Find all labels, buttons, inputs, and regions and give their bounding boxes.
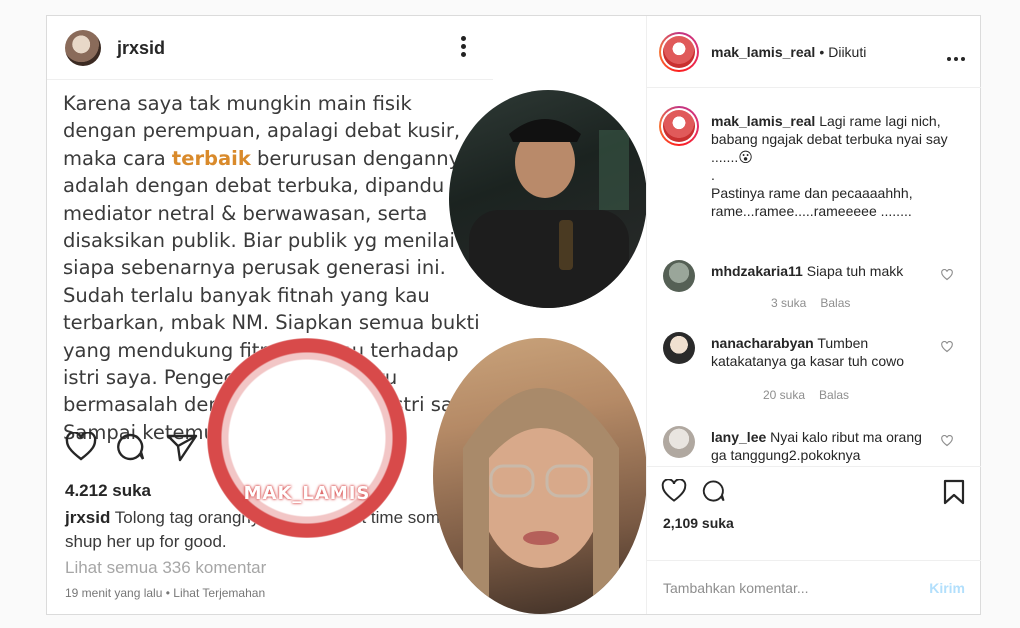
username-link[interactable]: mak_lamis_real [711, 44, 815, 60]
comment-meta: 3 suka Balas [771, 296, 864, 310]
avatar[interactable] [663, 332, 695, 364]
time-ago: 19 menit yang lalu [65, 586, 163, 600]
man-photo [449, 90, 646, 308]
avatar[interactable] [663, 260, 695, 292]
comment-icon [115, 432, 147, 467]
watermark-logo: MAK_LAMIS [207, 338, 407, 538]
caption-line-2: . [711, 167, 715, 183]
comment-user[interactable]: mhdzakaria11 [711, 263, 803, 279]
caption-user[interactable]: mak_lamis_real [711, 113, 815, 129]
comment-input[interactable]: Tambahkan komentar... [663, 580, 809, 596]
reply-button[interactable]: Balas [820, 296, 850, 310]
follow-status[interactable]: Diikuti [828, 44, 866, 60]
more-icon [455, 36, 471, 62]
woman-photo [433, 338, 646, 614]
caption-text: mak_lamis_real Lagi rame lagi nich, baba… [711, 112, 963, 220]
screenshot-view-all: Lihat semua 336 komentar [65, 558, 267, 577]
heart-icon[interactable] [941, 268, 953, 286]
comment-user[interactable]: lany_lee [711, 429, 766, 445]
heart-icon[interactable] [661, 478, 687, 508]
post-media[interactable]: jrxsid Karena saya tak mungkin main fisi… [47, 16, 646, 614]
comment-likes[interactable]: 20 suka [763, 388, 805, 402]
post-actions: 2,109 suka [647, 466, 981, 562]
screenshot-header: jrxsid [47, 16, 493, 80]
more-options-icon[interactable] [944, 48, 965, 66]
avatar[interactable] [659, 32, 699, 72]
comment-text: lany_lee Nyai kalo ribut ma orang ga tan… [711, 428, 937, 464]
post-sidebar: mak_lamis_real • Diikuti mak_lamis_real La… [646, 16, 981, 614]
sidebar-user: mak_lamis_real • Diikuti [711, 44, 867, 60]
sidebar-header: mak_lamis_real • Diikuti [647, 16, 981, 88]
comment-user[interactable]: nanacharabyan [711, 335, 814, 351]
bookmark-icon[interactable] [943, 479, 965, 510]
caption-avatar[interactable] [659, 106, 699, 146]
screenshot-likes: 4.212 suka [65, 481, 152, 500]
avatar[interactable] [663, 426, 695, 458]
caption-highlight: terbaik [171, 146, 251, 170]
comment-body: Siapa tuh makk [806, 263, 904, 279]
screenshot-actions [65, 431, 212, 467]
reply-button[interactable]: Balas [819, 388, 849, 402]
comment-text: mhdzakaria11 Siapa tuh makk [711, 262, 937, 280]
comment-icon[interactable] [701, 479, 727, 508]
comment-likes[interactable]: 3 suka [771, 296, 806, 310]
heart-icon[interactable] [941, 434, 953, 452]
screenshot-username: jrxsid [117, 38, 166, 58]
screenshot-avatar [65, 30, 101, 66]
watermark-logo-text: MAK_LAMIS [243, 483, 371, 504]
comments-list[interactable]: mak_lamis_real Lagi rame lagi nich, baba… [647, 88, 981, 466]
like-count[interactable]: 2,109 suka [663, 515, 734, 531]
post-button[interactable]: Kirim [929, 580, 965, 596]
heart-icon[interactable] [941, 340, 953, 358]
comment-meta: 20 suka Balas [763, 388, 863, 402]
caption-line-3: Pastinya rame dan pecaaaahhh, rame...ram… [711, 185, 913, 219]
screenshot-time: 19 menit yang lalu • Lihat Terjemahan [65, 586, 266, 600]
comment-text: nanacharabyan Tumben katakatanya ga kasa… [711, 334, 937, 370]
post-dialog: jrxsid Karena saya tak mungkin main fisi… [46, 15, 981, 615]
add-comment-bar: Tambahkan komentar... Kirim [647, 560, 981, 614]
share-icon [166, 432, 198, 467]
translate-link: Lihat Terjemahan [173, 586, 266, 600]
screenshot-comment-user: jrxsid [65, 508, 111, 527]
heart-icon [65, 431, 97, 467]
